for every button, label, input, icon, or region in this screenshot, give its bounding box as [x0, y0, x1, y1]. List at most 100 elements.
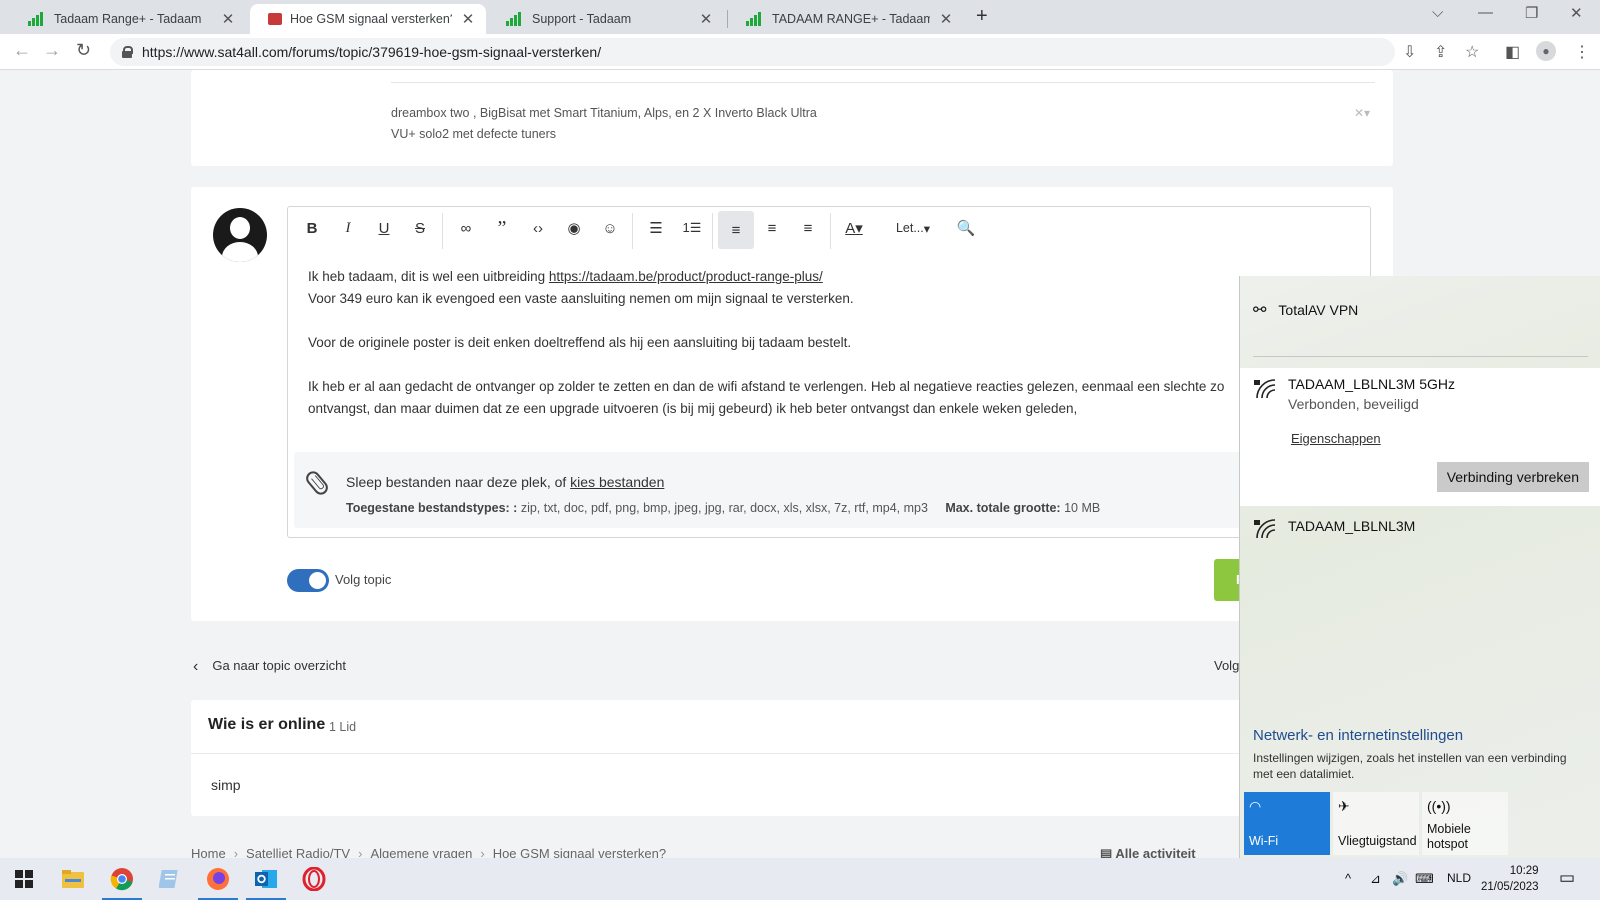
- tab-tadaam-range-plus[interactable]: TADAAM RANGE+ - Tadaam ✕: [728, 4, 964, 34]
- close-icon[interactable]: ✕: [698, 10, 714, 28]
- network-tray-icon[interactable]: ⊿: [1370, 871, 1381, 887]
- volume-icon[interactable]: 🔊: [1392, 871, 1408, 887]
- network-flyout: ⚯ TotalAV VPN TADAAM_LBLNL3M 5GHz Verbon…: [1239, 276, 1600, 858]
- connected-network-item[interactable]: TADAAM_LBLNL3M 5GHz Verbonden, beveiligd…: [1240, 368, 1600, 506]
- attachment-dropzone[interactable]: Sleep bestanden naar deze plek, of kies …: [294, 452, 1364, 528]
- max-size-label: Max. totale grootte:: [945, 501, 1061, 515]
- wifi-secured-icon: [1254, 519, 1276, 539]
- editor-line-5: ontvangst, dan maar duimen dat ze een up…: [308, 401, 1078, 416]
- address-bar[interactable]: https://www.sat4all.com/forums/topic/379…: [110, 38, 1395, 66]
- rich-text-editor[interactable]: B I U S ∞ ” ‹› ◉ ☺ ☰ 1☰ ≡ ≡ ≡ A▾ Let... ▾…: [287, 206, 1371, 538]
- numbered-list-icon[interactable]: 1☰: [674, 207, 710, 249]
- font-select-label: Let...: [895, 221, 924, 235]
- window-close-icon[interactable]: ✕: [1570, 4, 1583, 22]
- italic-button[interactable]: I: [330, 207, 366, 249]
- vpn-item[interactable]: ⚯ TotalAV VPN: [1253, 300, 1358, 320]
- bullet-list-icon[interactable]: ☰: [638, 207, 674, 249]
- spoiler-eye-icon[interactable]: ◉: [556, 207, 592, 249]
- editor-line-2: Voor 349 euro kan ik evengoed een vaste …: [308, 291, 854, 306]
- code-icon[interactable]: ‹›: [520, 207, 556, 249]
- opera-icon[interactable]: [299, 864, 329, 894]
- properties-link[interactable]: Eigenschappen: [1291, 431, 1381, 446]
- tadaam-favicon-icon: [746, 12, 764, 26]
- restore-icon[interactable]: ❐: [1525, 4, 1538, 22]
- action-center-icon[interactable]: ▭: [1559, 868, 1575, 888]
- align-center-icon[interactable]: ≡: [754, 207, 790, 249]
- outlook-icon[interactable]: [246, 864, 286, 900]
- share-icon[interactable]: ⇪: [1434, 42, 1447, 62]
- allowed-types: Toegestane bestandstypes: : zip, txt, do…: [346, 501, 1100, 515]
- signature-line-2: VU+ solo2 met defecte tuners: [391, 127, 557, 141]
- disconnect-button[interactable]: Verbinding verbreken: [1436, 462, 1589, 492]
- editor-line-1-text: Ik heb tadaam, dit is wel een uitbreidin…: [308, 269, 549, 284]
- reload-icon[interactable]: ↻: [76, 40, 91, 61]
- chrome-icon[interactable]: [102, 864, 142, 900]
- clock-time: 10:29: [1509, 865, 1539, 877]
- bold-button[interactable]: B: [294, 207, 330, 249]
- airplane-mode-quick-action[interactable]: ✈ Vliegtuigstand: [1333, 792, 1419, 855]
- underline-button[interactable]: U: [366, 207, 402, 249]
- profile-avatar-icon[interactable]: ●: [1536, 41, 1556, 61]
- wifi-quick-action[interactable]: ◠ Wi-Fi: [1244, 792, 1330, 855]
- tab-forum-topic[interactable]: Hoe GSM signaal versterken? - A ✕: [250, 4, 486, 34]
- sat4all-favicon-icon: [268, 13, 282, 25]
- follow-topic-toggle[interactable]: [287, 569, 329, 592]
- tab-support[interactable]: Support - Tadaam ✕: [488, 4, 724, 34]
- close-icon[interactable]: ✕: [938, 10, 954, 28]
- install-app-icon[interactable]: ⇩: [1403, 42, 1416, 62]
- mobile-hotspot-quick-action[interactable]: ((•)) Mobiele hotspot: [1422, 792, 1508, 855]
- file-explorer-icon[interactable]: [58, 864, 88, 894]
- editor-line-4: Ik heb er al aan gedacht de ontvanger op…: [308, 379, 1225, 394]
- allowed-types-label: Toegestane bestandstypes: :: [346, 501, 518, 515]
- keyboard-icon[interactable]: ⌨: [1415, 871, 1434, 887]
- tab-title: Tadaam Range+ - Tadaam: [54, 12, 202, 26]
- menu-kebab-icon[interactable]: ⋮: [1574, 42, 1590, 62]
- other-network-name[interactable]: TADAAM_LBLNL3M: [1288, 518, 1415, 534]
- post-options-icon[interactable]: ✕▾: [1354, 106, 1370, 120]
- wifi-icon: ◠: [1249, 798, 1262, 814]
- bookmark-star-icon[interactable]: ☆: [1465, 42, 1479, 62]
- notepad-app-icon[interactable]: [155, 864, 185, 894]
- toolbar-divider: [632, 213, 633, 249]
- follow-link[interactable]: Volg: [1214, 658, 1239, 673]
- back-to-topics-link[interactable]: ‹ Ga naar topic overzicht: [193, 658, 346, 676]
- online-member-link[interactable]: simp: [211, 777, 241, 793]
- online-count: 1 Lid: [329, 720, 357, 734]
- quote-icon[interactable]: ”: [484, 207, 520, 249]
- hotspot-icon: ((•)): [1427, 798, 1451, 814]
- align-left-icon[interactable]: ≡: [718, 211, 754, 249]
- start-windows-icon[interactable]: [9, 864, 39, 894]
- tadaam-favicon-icon: [28, 12, 46, 26]
- preview-icon[interactable]: 🔍: [948, 207, 984, 249]
- strikethrough-button[interactable]: S: [402, 207, 438, 249]
- avatar: [213, 208, 267, 262]
- link-icon[interactable]: ∞: [448, 207, 484, 249]
- product-link[interactable]: https://tadaam.be/product/product-range-…: [549, 269, 823, 284]
- font-select[interactable]: Let... ▾: [888, 207, 938, 249]
- choose-files-link[interactable]: kies bestanden: [570, 474, 664, 490]
- connected-network-name: TADAAM_LBLNL3M 5GHz: [1288, 376, 1456, 392]
- minimize-icon[interactable]: —: [1478, 4, 1493, 21]
- font-color-icon[interactable]: A▾: [836, 207, 872, 249]
- clock[interactable]: 10:29 21/05/2023: [1481, 863, 1539, 895]
- language-indicator[interactable]: NLD: [1447, 871, 1471, 885]
- show-hidden-icons-chevron-icon[interactable]: ^: [1345, 871, 1351, 886]
- back-arrow-icon[interactable]: ←: [13, 40, 31, 61]
- editor-line-1: Ik heb tadaam, dit is wel een uitbreidin…: [308, 269, 823, 284]
- close-icon[interactable]: ✕: [220, 10, 236, 28]
- online-title: Wie is er online: [208, 716, 326, 733]
- tab-strip: Tadaam Range+ - Tadaam ✕ Hoe GSM signaal…: [0, 0, 1600, 34]
- tab-tadaam-range[interactable]: Tadaam Range+ - Tadaam ✕: [10, 4, 246, 34]
- tab-title: Support - Tadaam: [532, 12, 632, 26]
- tab-search-chevron-icon[interactable]: ⌵: [1432, 4, 1443, 21]
- align-right-icon[interactable]: ≡: [790, 207, 826, 249]
- network-settings-link[interactable]: Netwerk- en internetinstellingen: [1253, 727, 1463, 744]
- url-text[interactable]: https://www.sat4all.com/forums/topic/379…: [142, 44, 601, 60]
- emoji-icon[interactable]: ☺: [592, 207, 628, 249]
- forward-arrow-icon[interactable]: →: [43, 40, 61, 61]
- new-tab-icon[interactable]: +: [976, 5, 988, 28]
- close-icon[interactable]: ✕: [460, 10, 476, 28]
- firefox-icon[interactable]: [198, 864, 238, 900]
- side-panel-icon[interactable]: ◧: [1505, 42, 1520, 62]
- allowed-types-value: zip, txt, doc, pdf, png, bmp, jpeg, jpg,…: [517, 501, 928, 515]
